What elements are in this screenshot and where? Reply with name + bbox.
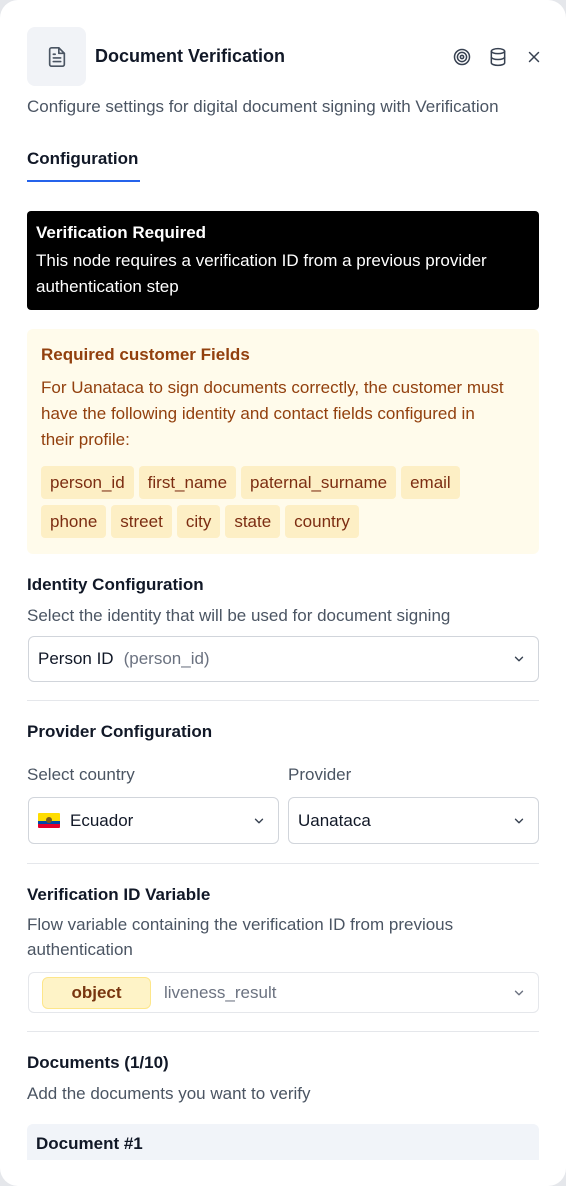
alert-text: This node requires a verification ID fro… bbox=[36, 251, 487, 296]
database-icon[interactable] bbox=[486, 45, 510, 69]
panel-scroll-area[interactable]: Document Verification Configure settings… bbox=[0, 0, 566, 1160]
field-chip: street bbox=[111, 505, 172, 538]
verification-variable-description: Flow variable containing the verificatio… bbox=[27, 915, 454, 959]
document-icon bbox=[27, 27, 86, 86]
target-icon[interactable] bbox=[450, 45, 474, 69]
chevron-down-icon bbox=[512, 986, 526, 1000]
tab-configuration[interactable]: Configuration bbox=[27, 149, 138, 179]
field-chip: phone bbox=[41, 505, 107, 538]
identity-section-description: Select the identity that will be used fo… bbox=[27, 606, 451, 625]
verification-variable-title: Verification ID Variable bbox=[27, 885, 211, 904]
chevron-down-icon bbox=[252, 814, 266, 828]
field-chip: state bbox=[225, 505, 281, 538]
provider-value: Uanataca bbox=[298, 810, 371, 830]
required-fields-box: Required customer Fields For Uanataca to… bbox=[27, 329, 539, 554]
country-value: Ecuador bbox=[70, 810, 134, 830]
identity-selected-key: (person_id) bbox=[123, 649, 210, 668]
field-chip: city bbox=[176, 505, 221, 538]
panel-subtitle: Configure settings for digital document … bbox=[27, 97, 499, 116]
provider-select[interactable]: Uanataca bbox=[288, 797, 539, 844]
identity-select[interactable]: Person ID (person_id) bbox=[28, 636, 539, 682]
identity-selected-label: Person ID bbox=[38, 649, 114, 668]
section-divider bbox=[27, 863, 539, 864]
document-card[interactable]: Document #1 bbox=[27, 1124, 539, 1160]
required-fields-title: Required customer Fields bbox=[41, 345, 250, 364]
variable-value: liveness_result bbox=[164, 982, 277, 1002]
field-chip: email bbox=[401, 466, 460, 499]
country-label: Select country bbox=[27, 765, 135, 784]
active-tab-indicator bbox=[27, 180, 140, 182]
verification-variable-select[interactable]: object liveness_result bbox=[28, 972, 539, 1013]
documents-description: Add the documents you want to verify bbox=[27, 1084, 311, 1103]
documents-title: Documents (1/10) bbox=[27, 1053, 169, 1072]
field-chip: first_name bbox=[138, 466, 237, 499]
section-divider bbox=[27, 1031, 539, 1032]
field-chip: paternal_surname bbox=[241, 466, 397, 499]
verification-required-alert: Verification Required This node requires… bbox=[27, 211, 539, 310]
field-chip: country bbox=[285, 505, 359, 538]
required-fields-chips: person_id first_name paternal_surname em… bbox=[41, 466, 521, 538]
section-divider bbox=[27, 700, 539, 701]
ecuador-flag-icon bbox=[38, 813, 60, 828]
identity-section-title: Identity Configuration bbox=[27, 575, 204, 594]
chevron-down-icon bbox=[512, 652, 526, 666]
variable-type-badge: object bbox=[42, 976, 151, 1009]
provider-section-title: Provider Configuration bbox=[27, 722, 213, 741]
close-icon[interactable] bbox=[522, 45, 546, 69]
required-fields-text: For Uanataca to sign documents correctly… bbox=[41, 378, 504, 449]
provider-label: Provider bbox=[288, 765, 352, 784]
document-card-title: Document #1 bbox=[36, 1134, 143, 1153]
header-actions bbox=[450, 45, 546, 69]
document-verification-panel: Document Verification Configure settings… bbox=[0, 0, 566, 1186]
country-select[interactable]: Ecuador bbox=[28, 797, 279, 844]
field-chip: person_id bbox=[41, 466, 134, 499]
chevron-down-icon bbox=[512, 814, 526, 828]
alert-title: Verification Required bbox=[36, 223, 207, 242]
panel-title: Document Verification bbox=[95, 46, 286, 66]
